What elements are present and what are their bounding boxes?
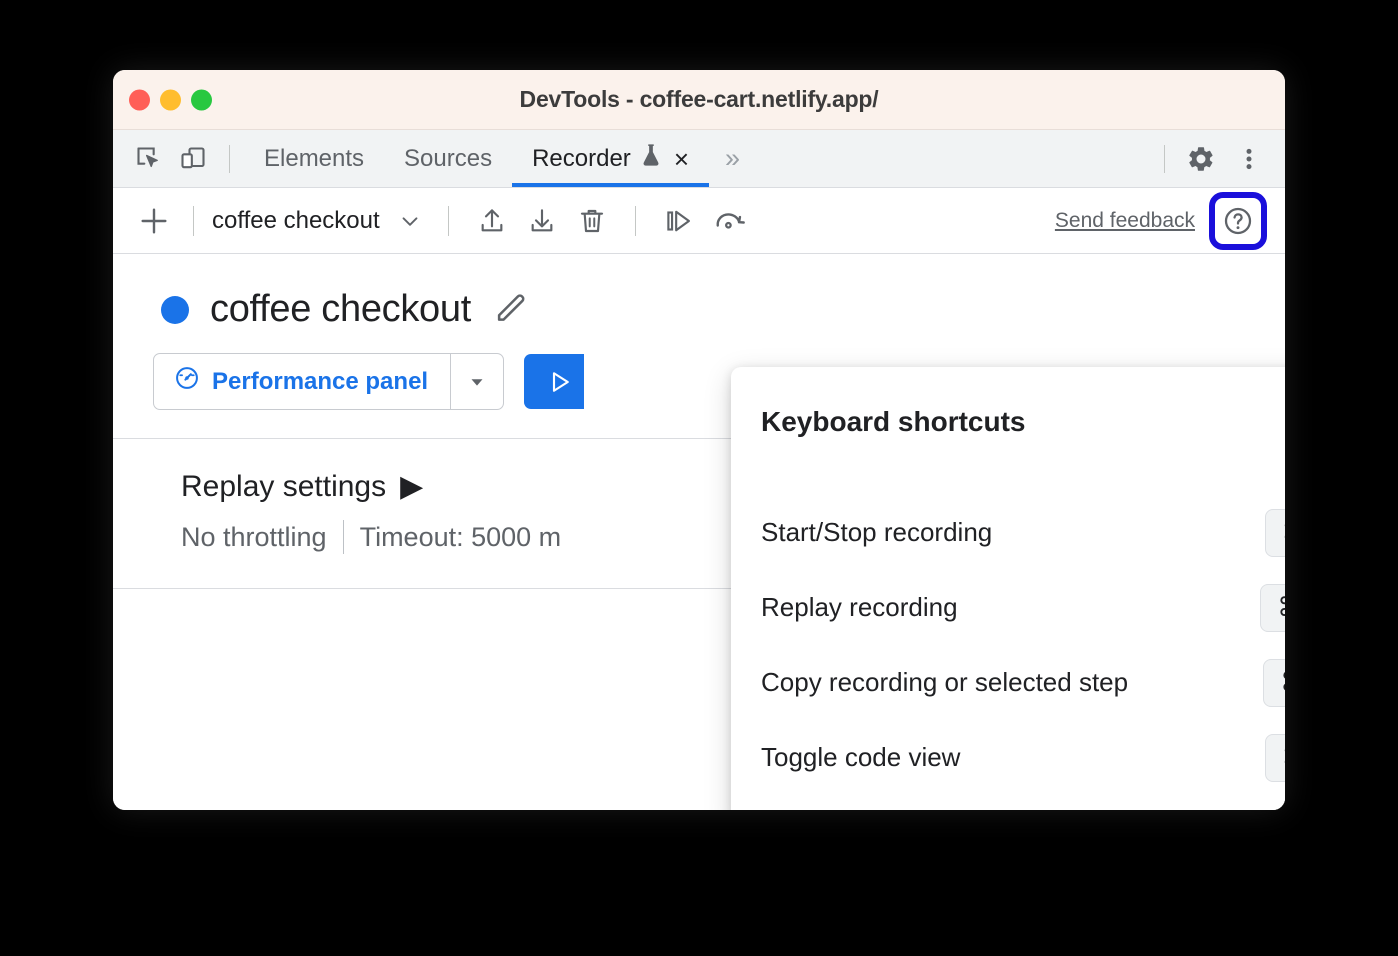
tab-sources-label: Sources: [404, 145, 492, 173]
performance-panel-split-button[interactable]: Performance panel: [153, 353, 504, 410]
title-bar: DevTools - coffee-cart.netlify.app/: [113, 70, 1285, 130]
traffic-lights: [129, 89, 212, 110]
recording-title: coffee checkout: [210, 288, 471, 331]
inspect-element-icon[interactable]: [127, 137, 171, 181]
shortcut-row: Start/Stop recording ⌘ E: [761, 495, 1285, 570]
recording-selector-label[interactable]: coffee checkout: [212, 207, 390, 235]
toolbar-divider-1: [193, 206, 194, 236]
recording-status-dot: [161, 296, 189, 324]
toolbar-divider-2: [448, 206, 449, 236]
devtools-window: DevTools - coffee-cart.netlify.app/ Elem…: [113, 70, 1285, 810]
expand-arrow-icon: ▶: [400, 469, 423, 504]
performance-panel-button[interactable]: Performance panel: [154, 354, 450, 409]
shortcut-label: Copy recording or selected step: [761, 667, 1128, 698]
command-key-icon: ⌘: [1282, 517, 1285, 548]
shortcut-row: Toggle code view ⌘ B: [761, 720, 1285, 795]
step-over-icon[interactable]: [654, 198, 704, 244]
command-key-icon: ⌘: [1280, 667, 1285, 698]
shortcut-keycap: ⌘ ↵: [1260, 584, 1285, 632]
command-key-icon: ⌘: [1282, 742, 1285, 773]
export-icon[interactable]: [467, 198, 517, 244]
pencil-icon[interactable]: [492, 288, 530, 331]
close-window-button[interactable]: [129, 89, 150, 110]
caret-down-icon[interactable]: [451, 354, 503, 409]
window-title: DevTools - coffee-cart.netlify.app/: [113, 86, 1285, 113]
import-icon[interactable]: [517, 198, 567, 244]
popup-header: Keyboard shortcuts ×: [731, 367, 1285, 439]
add-recording-button[interactable]: [133, 200, 175, 242]
recording-header: coffee checkout: [113, 254, 1285, 331]
command-key-icon: ⌘: [1277, 592, 1285, 623]
toolbar-divider-3: [635, 206, 636, 236]
device-toolbar-icon[interactable]: [171, 137, 215, 181]
timeout-value: Timeout: 5000 m: [360, 522, 562, 553]
toolbar-right-actions: Send feedback: [1055, 188, 1267, 253]
tab-elements-label: Elements: [264, 145, 364, 173]
popup-title: Keyboard shortcuts: [761, 406, 1026, 438]
maximize-window-button[interactable]: [191, 89, 212, 110]
chevron-down-icon[interactable]: [390, 201, 430, 241]
tab-recorder-close-icon[interactable]: ×: [674, 146, 689, 172]
tabbar-right-divider: [1164, 145, 1165, 173]
shortcut-label: Replay recording: [761, 592, 958, 623]
keyboard-shortcuts-popup: Keyboard shortcuts × Start/Stop recordin…: [731, 367, 1285, 810]
replay-settings-label: Replay settings: [181, 470, 386, 504]
shortcut-label: Toggle code view: [761, 742, 960, 773]
tab-sources[interactable]: Sources: [384, 130, 512, 187]
tab-recorder[interactable]: Recorder ×: [512, 130, 709, 187]
help-button[interactable]: [1209, 192, 1267, 250]
shortcut-keycap: ⌘ B: [1265, 734, 1285, 782]
tabbar-actions: [1158, 130, 1271, 187]
devtools-tab-bar: Elements Sources Recorder × »: [113, 130, 1285, 188]
experiment-flask-icon: [640, 143, 662, 174]
trash-icon[interactable]: [567, 198, 617, 244]
shortcut-row: Replay recording ⌘ ↵: [761, 570, 1285, 645]
gauge-icon: [173, 364, 201, 399]
shortcut-label: Start/Stop recording: [761, 517, 992, 548]
minimize-window-button[interactable]: [160, 89, 181, 110]
send-feedback-link[interactable]: Send feedback: [1055, 209, 1195, 233]
shortcut-keycap: ⌘ C: [1263, 659, 1285, 707]
meta-divider: [343, 520, 344, 554]
tab-recorder-label: Recorder: [532, 145, 631, 173]
shortcut-keycap: ⌘ E: [1265, 509, 1285, 557]
play-icon: [544, 367, 574, 397]
replay-button[interactable]: [524, 354, 584, 409]
tab-elements[interactable]: Elements: [244, 130, 384, 187]
gear-icon[interactable]: [1179, 137, 1223, 181]
help-icon: [1222, 205, 1254, 237]
kebab-menu-icon[interactable]: [1227, 137, 1271, 181]
replay-icon[interactable]: [704, 198, 754, 244]
shortcut-row: Copy recording or selected step ⌘ C: [761, 645, 1285, 720]
performance-panel-label: Performance panel: [212, 368, 428, 396]
shortcut-list: Start/Stop recording ⌘ E Replay recordin…: [731, 439, 1285, 795]
tabbar-divider: [229, 145, 230, 173]
throttling-value: No throttling: [181, 522, 327, 553]
recorder-toolbar: coffee checkout: [113, 188, 1285, 254]
tab-overflow-icon[interactable]: »: [709, 145, 756, 172]
